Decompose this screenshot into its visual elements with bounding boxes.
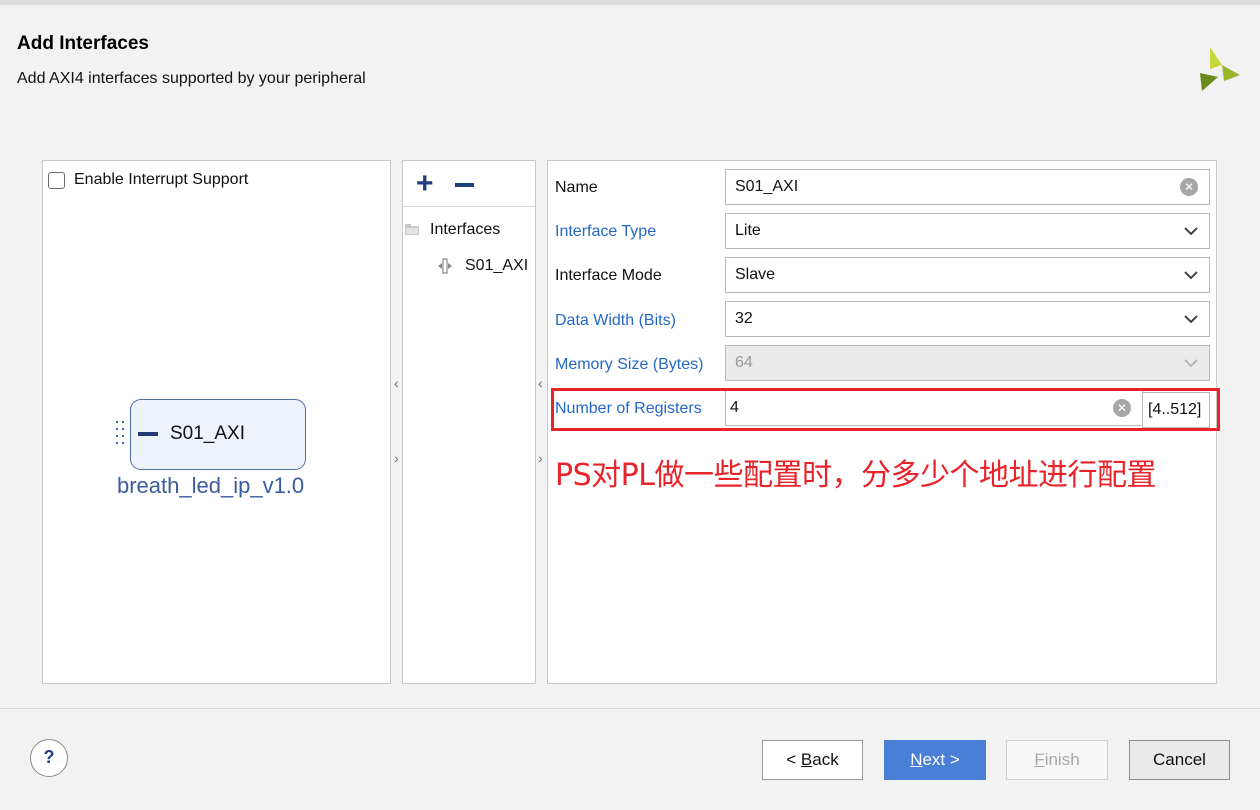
- next-button[interactable]: Next >: [884, 740, 986, 780]
- memory-size-label[interactable]: Memory Size (Bytes): [555, 356, 703, 374]
- collapse-mid-arrow[interactable]: ‹: [538, 375, 543, 391]
- collapse-left-arrow[interactable]: ‹: [394, 375, 399, 391]
- back-rest: ack: [812, 750, 839, 769]
- tree-root-interfaces[interactable]: Interfaces: [430, 221, 500, 239]
- cancel-button[interactable]: Cancel: [1129, 740, 1230, 780]
- interface-mode-label: Interface Mode: [555, 267, 662, 284]
- finish-mnemonic: F: [1034, 750, 1045, 769]
- footer-divider: [0, 708, 1260, 709]
- chevron-down-icon: [1184, 227, 1198, 236]
- page-title: Add Interfaces: [17, 33, 149, 54]
- ip-name: breath_led_ip_v1.0: [117, 473, 305, 498]
- memory-size-select: 64: [725, 345, 1210, 381]
- tree-item-s01-axi[interactable]: S01_AXI: [465, 257, 528, 275]
- remove-interface-button[interactable]: [455, 183, 474, 187]
- vivado-logo-icon: [1200, 47, 1240, 91]
- interfaces-tree-panel: + Interfaces S01_AXI: [402, 160, 536, 684]
- checkbox-label: Enable Interrupt Support: [74, 171, 249, 188]
- chevron-down-icon: [1184, 315, 1198, 324]
- chevron-down-icon: [1184, 359, 1198, 368]
- interface-mode-select[interactable]: Slave: [725, 257, 1210, 293]
- back-prefix: <: [786, 750, 801, 769]
- back-mnemonic: B: [800, 750, 813, 769]
- interface-properties-panel: Name S01_AXI ✕ Interface Type Lite Inter…: [547, 160, 1217, 684]
- data-width-label[interactable]: Data Width (Bits): [555, 312, 676, 330]
- enable-interrupt-checkbox[interactable]: Enable Interrupt Support: [48, 171, 248, 189]
- next-rest: ext >: [922, 750, 960, 769]
- port-icon: [438, 258, 452, 274]
- checkbox-box[interactable]: [48, 171, 65, 189]
- add-interface-button[interactable]: +: [416, 169, 434, 199]
- memory-size-value: 64: [735, 354, 753, 371]
- wizard-header: Add Interfaces Add AXI4 interfaces suppo…: [0, 5, 1260, 113]
- port-dash: [138, 432, 158, 436]
- back-button[interactable]: < Back: [762, 740, 863, 780]
- expand-mid-arrow[interactable]: ›: [538, 450, 543, 466]
- toolbar-divider: [403, 206, 535, 207]
- ip-port-label: S01_AXI: [170, 423, 245, 444]
- finish-rest: inish: [1044, 750, 1080, 769]
- interface-type-label[interactable]: Interface Type: [555, 223, 656, 241]
- interface-type-value: Lite: [735, 222, 761, 239]
- chevron-down-icon: [1184, 271, 1198, 280]
- expand-left-arrow[interactable]: ›: [394, 450, 399, 466]
- num-registers-field[interactable]: 4 ✕: [725, 390, 1143, 426]
- interface-mode-value: Slave: [735, 266, 776, 283]
- num-registers-value: 4: [730, 399, 739, 416]
- next-mnemonic: N: [910, 750, 923, 769]
- help-icon[interactable]: ?: [30, 739, 68, 777]
- interface-type-select[interactable]: Lite: [725, 213, 1210, 249]
- name-label: Name: [555, 179, 598, 196]
- folder-icon: [405, 224, 419, 235]
- annotation-text: PS对PL做一些配置时，分多少个地址进行配置: [555, 458, 1156, 493]
- finish-button: Finish: [1006, 740, 1108, 780]
- grip-icon: [116, 421, 124, 444]
- num-registers-range: [4..512]: [1142, 392, 1210, 428]
- name-field[interactable]: S01_AXI ✕: [725, 169, 1210, 205]
- num-registers-label[interactable]: Number of Registers: [555, 400, 702, 418]
- ip-symbol-panel: Enable Interrupt Support S01_AXI breath_…: [42, 160, 391, 684]
- data-width-value: 32: [735, 310, 753, 327]
- page-subtitle: Add AXI4 interfaces supported by your pe…: [17, 70, 366, 87]
- clear-icon[interactable]: ✕: [1113, 399, 1131, 417]
- data-width-select[interactable]: 32: [725, 301, 1210, 337]
- clear-icon[interactable]: ✕: [1180, 178, 1198, 196]
- name-value: S01_AXI: [735, 178, 799, 195]
